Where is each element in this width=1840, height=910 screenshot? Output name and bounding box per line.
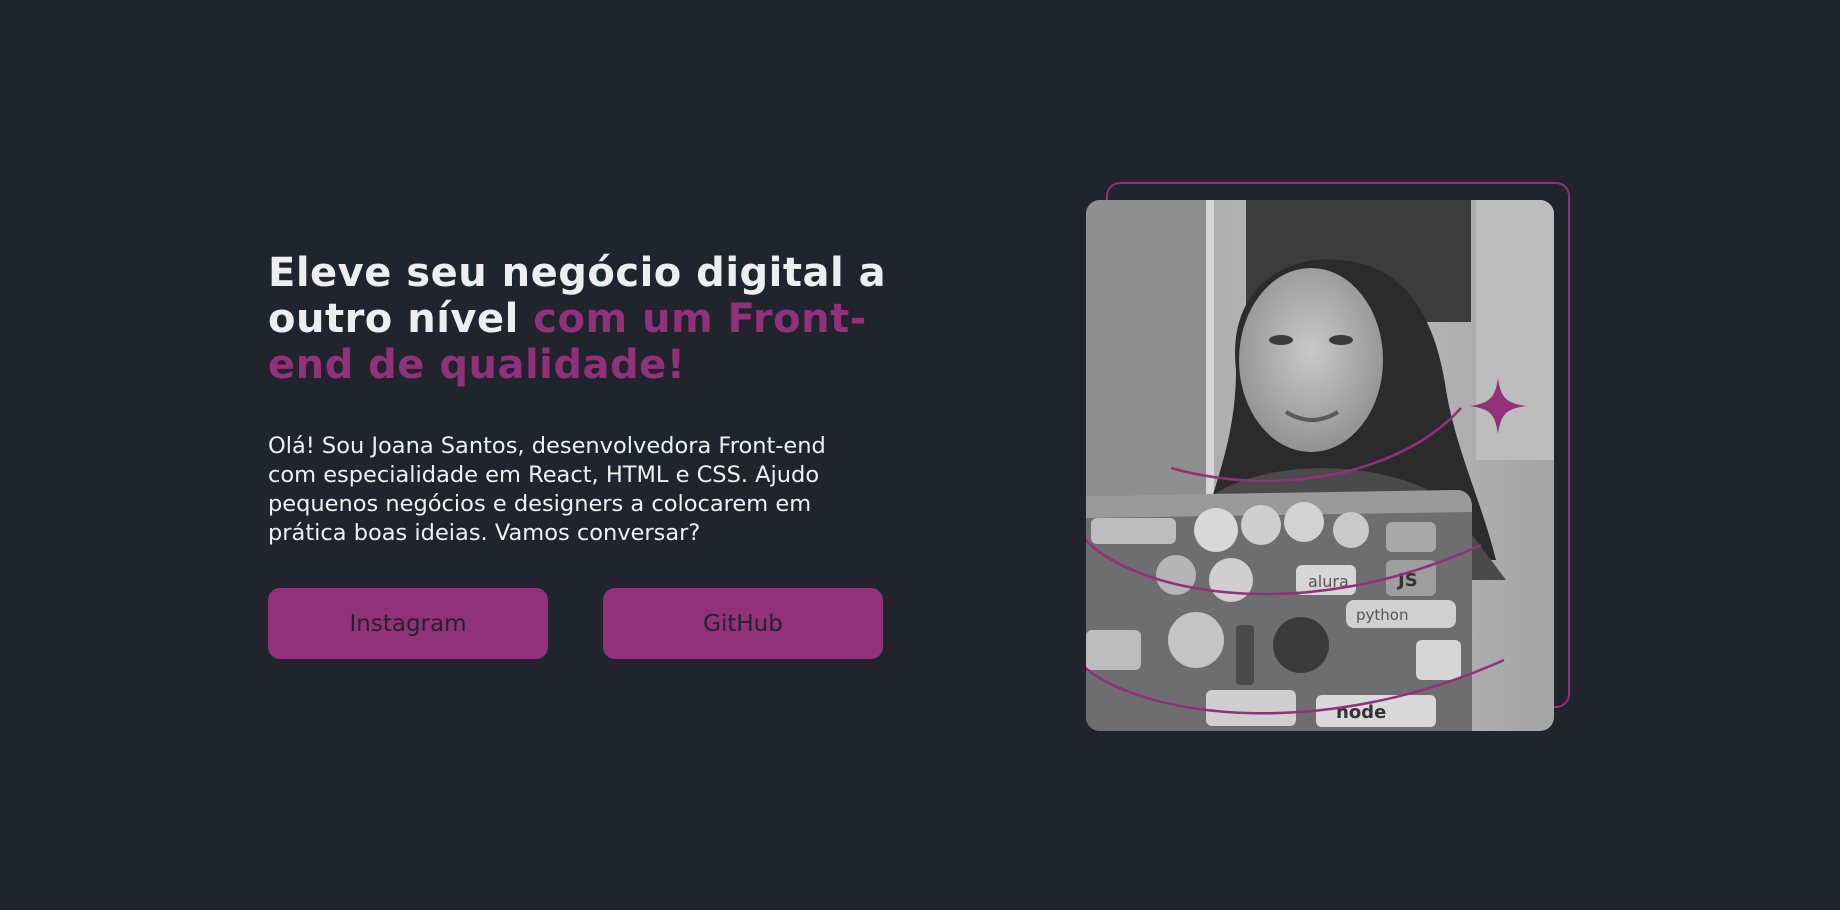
hero-headline: Eleve seu negócio digital a outro nível … [268,250,908,388]
instagram-button[interactable]: Instagram [268,588,548,659]
profile-photo: alura JS python node [1086,200,1554,731]
portrait-photo-icon: alura JS python node [1086,200,1554,731]
sticker-python-text: python [1356,606,1408,624]
github-button[interactable]: GitHub [603,588,883,659]
hero-section: Eleve seu negócio digital a outro nível … [0,0,1840,910]
intro-paragraph: Olá! Sou Joana Santos, desenvolvedora Fr… [268,433,826,546]
